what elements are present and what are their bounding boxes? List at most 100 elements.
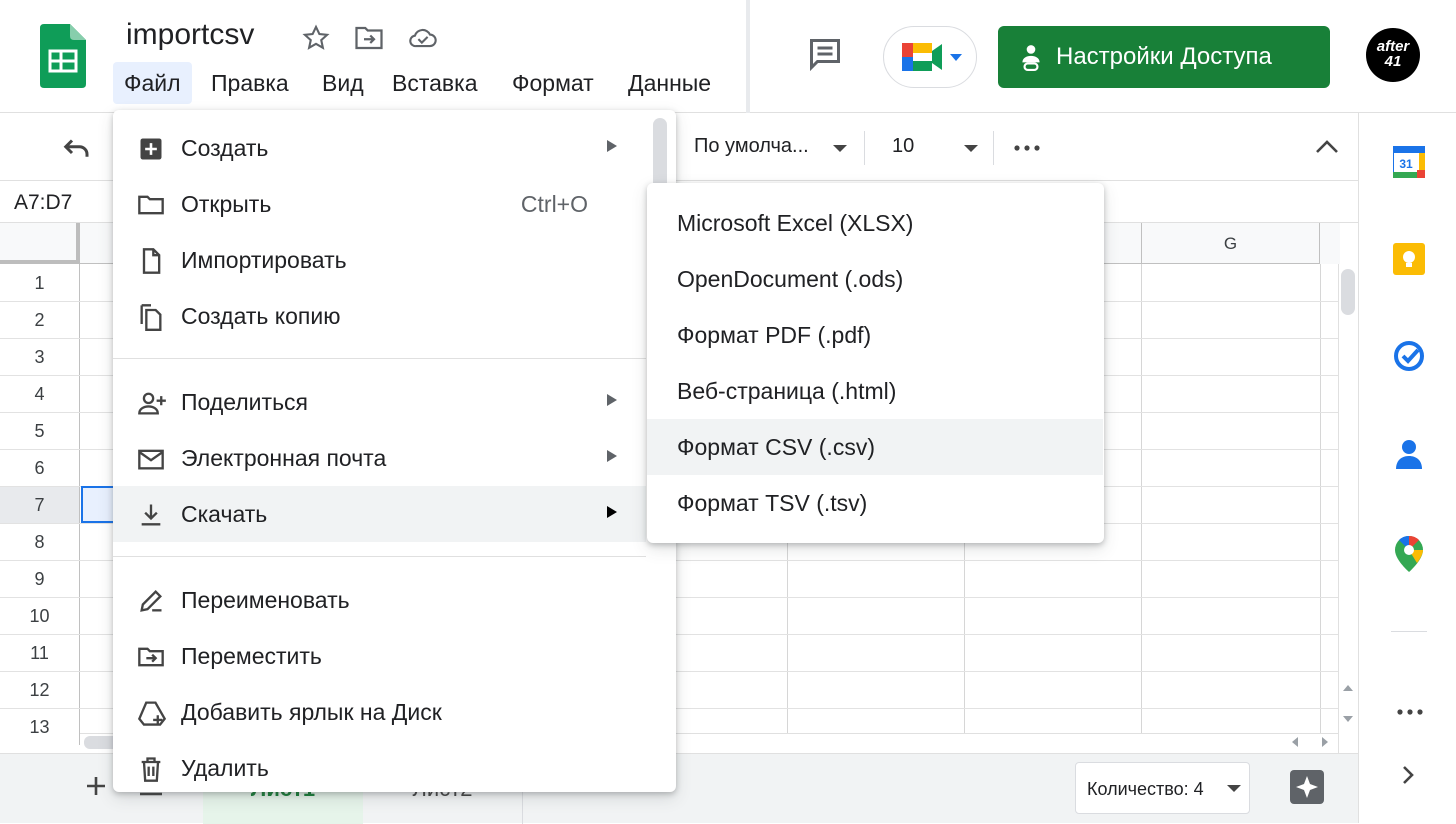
menu-item-import[interactable]: Импортировать — [113, 232, 646, 288]
maps-icon[interactable] — [1395, 536, 1423, 572]
explore-icon[interactable] — [1290, 770, 1324, 804]
sheets-logo-icon[interactable] — [40, 24, 86, 88]
select-all-corner[interactable] — [0, 223, 80, 264]
column-header-g[interactable]: G — [1142, 223, 1320, 264]
menu-file[interactable]: Файл — [113, 62, 192, 104]
menu-item-label: Импортировать — [181, 247, 347, 273]
menu-item-label: Переместить — [181, 643, 322, 669]
row-header[interactable]: 5 — [0, 412, 80, 449]
menu-item-label: Создать копию — [181, 303, 341, 329]
side-panel-divider — [1391, 631, 1427, 632]
toolbar-separator — [864, 131, 865, 165]
keep-icon[interactable] — [1393, 243, 1425, 275]
row-header[interactable]: 13 — [0, 708, 80, 745]
row-header[interactable]: 6 — [0, 449, 80, 486]
menu-item-move[interactable]: Переместить — [113, 628, 646, 684]
scroll-right-icon[interactable] — [1322, 737, 1328, 747]
menu-edit[interactable]: Правка — [200, 62, 300, 104]
file-icon — [137, 247, 165, 275]
menu-item-add-shortcut[interactable]: Добавить ярлык на Диск — [113, 684, 646, 740]
menu-data[interactable]: Данные — [617, 62, 722, 104]
row-header[interactable]: 8 — [0, 523, 80, 560]
menu-separator — [113, 556, 646, 557]
menu-item-make-copy[interactable]: Создать копию — [113, 288, 646, 344]
chevron-down-icon — [950, 54, 962, 61]
cloud-saved-icon[interactable] — [408, 24, 438, 52]
app-header: importcsv Файл Правка Вид Вставка Формат… — [0, 0, 1456, 113]
submenu-arrow-icon — [607, 140, 617, 152]
file-menu-scrollbar[interactable] — [653, 118, 667, 190]
mail-icon — [137, 445, 165, 473]
vertical-scrollbar-thumb[interactable] — [1341, 269, 1355, 315]
meet-icon — [902, 41, 946, 73]
more-icon[interactable] — [1397, 709, 1423, 715]
download-pdf[interactable]: Формат PDF (.pdf) — [647, 307, 1103, 363]
download-xlsx[interactable]: Microsoft Excel (XLSX) — [647, 195, 1103, 251]
scroll-left-icon[interactable] — [1292, 737, 1298, 747]
row-header[interactable]: 12 — [0, 671, 80, 708]
menu-format[interactable]: Формат — [501, 62, 605, 104]
menu-item-download[interactable]: Скачать — [113, 486, 646, 542]
menu-item-label: Удалить — [181, 755, 269, 781]
copy-icon — [137, 303, 165, 331]
menu-item-label: Открыть — [181, 191, 272, 217]
comment-icon[interactable] — [806, 36, 844, 72]
row-header[interactable]: 4 — [0, 375, 80, 412]
row-header-selected[interactable]: 7 — [0, 486, 80, 523]
column-header-h[interactable] — [1320, 223, 1340, 264]
contacts-icon[interactable] — [1393, 438, 1425, 470]
side-panel: 31 — [1358, 113, 1456, 823]
row-header[interactable]: 2 — [0, 301, 80, 338]
drive-shortcut-icon — [137, 699, 167, 727]
menu-item-rename[interactable]: Переименовать — [113, 572, 646, 628]
column-header-f[interactable] — [1104, 223, 1142, 264]
share-button[interactable]: Настройки Доступа — [998, 26, 1330, 88]
aggregate-select[interactable]: Количество: 4 — [1075, 762, 1250, 814]
chevron-down-icon[interactable] — [964, 145, 978, 152]
row-header[interactable]: 10 — [0, 597, 80, 634]
avatar[interactable]: after 41 — [1366, 28, 1420, 82]
meet-button[interactable] — [883, 26, 977, 88]
menu-item-open[interactable]: Открыть Ctrl+O — [113, 176, 646, 232]
more-icon[interactable] — [1014, 145, 1040, 151]
menu-item-email[interactable]: Электронная почта — [113, 430, 646, 486]
menu-view[interactable]: Вид — [311, 62, 375, 104]
row-header[interactable]: 3 — [0, 338, 80, 375]
calendar-icon[interactable]: 31 — [1393, 146, 1425, 178]
font-size-select[interactable]: 10 — [892, 135, 914, 158]
submenu-arrow-icon — [607, 506, 617, 518]
collapse-toolbar-icon[interactable] — [1314, 139, 1340, 155]
chevron-down-icon — [1227, 785, 1241, 792]
star-icon[interactable] — [302, 24, 330, 52]
download-ods[interactable]: OpenDocument (.ods) — [647, 251, 1103, 307]
submenu-arrow-icon — [607, 394, 617, 406]
row-header[interactable]: 1 — [0, 264, 80, 301]
download-csv[interactable]: Формат CSV (.csv) — [647, 419, 1103, 475]
scroll-down-icon[interactable] — [1343, 716, 1353, 722]
add-sheet-icon[interactable] — [84, 774, 108, 798]
download-html[interactable]: Веб-страница (.html) — [647, 363, 1103, 419]
undo-icon[interactable] — [62, 135, 92, 161]
font-family-select[interactable]: По умолча... — [694, 135, 809, 158]
menu-item-create[interactable]: Создать — [113, 120, 646, 176]
menu-item-delete[interactable]: Удалить — [113, 740, 646, 796]
menu-item-share[interactable]: Поделиться — [113, 374, 646, 430]
row-header[interactable]: 9 — [0, 560, 80, 597]
menu-insert[interactable]: Вставка — [381, 62, 489, 104]
tasks-icon[interactable] — [1393, 340, 1425, 372]
name-box[interactable]: A7:D7 — [14, 191, 72, 215]
document-title[interactable]: importcsv — [126, 18, 254, 52]
toolbar-separator — [993, 131, 994, 165]
chevron-right-icon[interactable] — [1401, 764, 1415, 786]
download-tsv[interactable]: Формат TSV (.tsv) — [647, 475, 1103, 531]
vertical-scrollbar[interactable] — [1338, 264, 1358, 753]
scroll-up-icon[interactable] — [1343, 685, 1353, 691]
rename-icon — [137, 587, 165, 615]
row-header[interactable]: 11 — [0, 634, 80, 671]
header-divider — [746, 0, 750, 113]
move-icon[interactable] — [354, 24, 384, 52]
chevron-down-icon[interactable] — [833, 145, 847, 152]
menu-item-label: Переименовать — [181, 587, 350, 613]
trash-icon — [137, 755, 165, 783]
menu-item-label: Электронная почта — [181, 445, 387, 471]
